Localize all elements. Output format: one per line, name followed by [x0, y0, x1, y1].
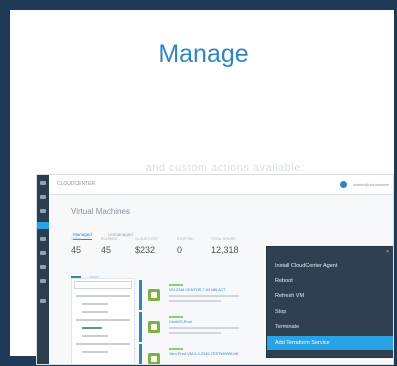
stat-label: RUNNING: [101, 237, 118, 241]
stat-value: $232: [135, 245, 156, 255]
filter-group-line: [76, 319, 130, 321]
filter-panel: [71, 278, 135, 364]
stat-label: STOPPED: [177, 237, 194, 241]
stat-stopped: STOPPED 0: [177, 237, 194, 255]
vm-meta: [169, 295, 239, 297]
vm-meta: [169, 327, 239, 329]
vm-icon: [148, 321, 160, 333]
stat-hours: TOTAL HOURS 12,318: [211, 237, 239, 255]
menu-item-refresh-vm[interactable]: Refresh VM: [267, 289, 393, 303]
filter-option-line[interactable]: [82, 303, 108, 305]
vm-actions-menu: × Install CloudCenter Agent Reboot Refre…: [266, 246, 393, 358]
notification-icon[interactable]: [340, 181, 347, 188]
vm-tabs: Managed Unmanaged: [73, 223, 145, 240]
row-accent: [139, 312, 142, 342]
status-badge: [169, 284, 183, 286]
left-nav: [37, 175, 49, 364]
stat-value: 45: [101, 245, 112, 255]
user-menu[interactable]: admin@cloudcenter: [353, 182, 389, 187]
filter-option-line[interactable]: [82, 335, 108, 337]
vm-meta: [169, 332, 221, 334]
stat-value: 12,318: [211, 245, 239, 255]
status-badge: [169, 316, 183, 318]
filter-group-line: [76, 295, 130, 297]
stat-running: RUNNING 45: [101, 237, 117, 255]
row-accent: [139, 280, 142, 310]
vm-name-link[interactable]: Yarn-Prod-VM-0-0-2349-TESTWWWLNK: [169, 352, 239, 356]
vm-meta: [169, 300, 221, 302]
filter-option-line[interactable]: [82, 351, 108, 353]
home-icon[interactable]: [40, 181, 46, 185]
apps-icon[interactable]: [40, 209, 46, 213]
report-icon[interactable]: [40, 251, 46, 255]
menu-item-reboot[interactable]: Reboot: [267, 274, 393, 288]
settings-icon[interactable]: [40, 279, 46, 283]
vm-name-link[interactable]: VM-2348 CENTOS-7-64 x86 ACT: [169, 288, 226, 292]
stat-label: TOTAL: [71, 237, 82, 241]
vm-icon: [148, 353, 160, 364]
help-icon[interactable]: [40, 299, 46, 303]
close-icon[interactable]: ×: [386, 249, 389, 255]
menu-item-add-terraform-service[interactable]: Add Terraform Service: [267, 336, 393, 350]
stat-value: 45: [71, 245, 82, 255]
slide: Manage and custom actions available: CLO…: [0, 0, 397, 366]
vm-icon: [148, 289, 160, 301]
stat-total: TOTAL 45: [71, 237, 82, 255]
filter-group-line: [76, 343, 130, 345]
deploy-icon[interactable]: [40, 237, 46, 241]
app-brand: CLOUDCENTER: [57, 181, 96, 187]
stat-label: TOTAL HOURS: [211, 237, 236, 241]
status-badge: [169, 348, 183, 350]
menu-item-terminate[interactable]: Terminate: [267, 320, 393, 334]
stat-value: 0: [177, 245, 183, 255]
top-bar: CLOUDCENTER admin@cloudcenter: [49, 175, 393, 195]
dashboard-icon[interactable]: [40, 195, 46, 199]
slide-title: Manage: [158, 40, 249, 68]
stat-label: CLOUD COST: [135, 237, 158, 241]
admin-icon[interactable]: [40, 265, 46, 269]
menu-item-install-agent[interactable]: Install CloudCenter Agent: [267, 259, 393, 273]
filter-option-line[interactable]: [82, 311, 108, 313]
vm-name-link[interactable]: CentOS-Prod: [169, 320, 192, 324]
filter-option-selected[interactable]: [82, 327, 102, 329]
app-screenshot: CLOUDCENTER admin@cloudcenter Virtual Ma…: [36, 174, 394, 365]
menu-item-stop[interactable]: Stop: [267, 305, 393, 319]
filter-search-input[interactable]: [74, 281, 132, 289]
page-title: Virtual Machines: [71, 207, 130, 216]
stat-cost: CLOUD COST $232: [135, 237, 158, 255]
slide-caption: and custom actions available:: [145, 162, 305, 174]
list-toolbar: [71, 268, 103, 281]
vm-nav-icon[interactable]: [37, 222, 49, 229]
row-accent: [139, 344, 142, 364]
